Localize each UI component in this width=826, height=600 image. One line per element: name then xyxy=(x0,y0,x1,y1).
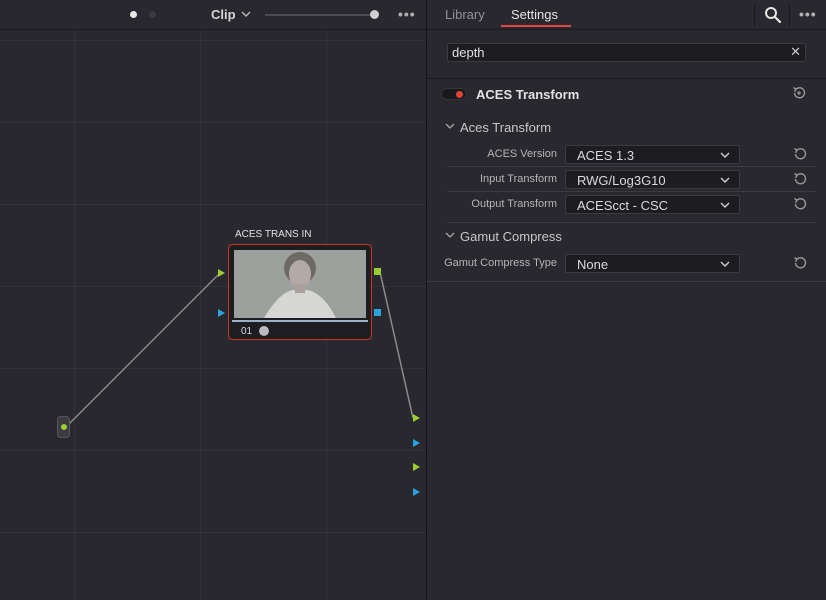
dropdown-value: ACES 1.3 xyxy=(577,148,635,163)
effect-title: ACES Transform xyxy=(476,87,580,102)
output-port-rgb-2 xyxy=(413,463,420,471)
param-gamut-compress-type: Gamut Compress Type None xyxy=(427,254,826,273)
chevron-down-icon xyxy=(720,202,730,208)
close-icon[interactable]: ✕ xyxy=(790,44,801,60)
tab-settings[interactable]: Settings xyxy=(511,7,558,22)
section-title: Aces Transform xyxy=(460,120,552,135)
node-input-port-alpha xyxy=(218,309,225,317)
input-transform-dropdown[interactable]: RWG/Log3G10 xyxy=(565,170,740,189)
chevron-down-icon[interactable] xyxy=(241,9,251,19)
chevron-down-icon xyxy=(720,152,730,158)
zoom-slider-thumb[interactable] xyxy=(370,10,379,19)
search-icon[interactable] xyxy=(764,6,782,24)
dropdown-value: RWG/Log3G10 xyxy=(577,173,666,188)
section-aces-transform[interactable]: Aces Transform xyxy=(445,120,645,136)
output-port-rgb xyxy=(413,414,420,422)
source-output-port[interactable] xyxy=(61,424,67,430)
reset-icon[interactable] xyxy=(792,146,808,162)
chevron-down-icon[interactable] xyxy=(445,230,455,240)
row-divider xyxy=(447,191,815,192)
divider xyxy=(427,78,826,79)
node-editor[interactable]: Clip ••• ACES TRANS IN 01 xyxy=(0,0,426,600)
search-field[interactable]: ✕ xyxy=(447,43,806,62)
node-toolbar: Clip ••• xyxy=(0,0,426,30)
node-label: ACES TRANS IN xyxy=(235,229,312,240)
reset-icon[interactable] xyxy=(791,85,807,101)
active-tab-indicator xyxy=(501,25,571,27)
chevron-down-icon xyxy=(720,261,730,267)
dropdown-value: ACEScct - CSC xyxy=(577,198,669,213)
panel-tabs: Library Settings ••• xyxy=(427,0,826,30)
toolbar-divider xyxy=(754,3,755,27)
param-label: Gamut Compress Type xyxy=(444,257,557,269)
chevron-down-icon[interactable] xyxy=(445,121,455,131)
param-label: Output Transform xyxy=(471,198,557,210)
row-divider xyxy=(447,166,815,167)
node-input-port-rgb xyxy=(218,269,225,277)
chevron-down-icon xyxy=(720,177,730,183)
effect-enable-toggle[interactable] xyxy=(441,88,467,100)
reset-icon[interactable] xyxy=(792,255,808,271)
node-progress-bar xyxy=(232,320,368,322)
node-output-port-rgb xyxy=(374,268,381,275)
settings-panel: Library Settings ••• ✕ ACES Transform Ac… xyxy=(427,0,826,600)
output-port-alpha-2 xyxy=(413,488,420,496)
param-label: Input Transform xyxy=(479,173,557,185)
row-divider xyxy=(447,222,815,223)
param-output-transform: Output Transform ACEScct - CSC xyxy=(427,195,826,214)
toolbar-divider xyxy=(789,3,790,27)
highlight-toggle-on[interactable] xyxy=(130,11,137,18)
reset-icon[interactable] xyxy=(792,196,808,212)
node-number: 01 xyxy=(241,326,253,337)
section-title: Gamut Compress xyxy=(460,229,562,244)
aces-version-dropdown[interactable]: ACES 1.3 xyxy=(565,145,740,164)
highlight-toggle-off[interactable] xyxy=(149,11,156,18)
more-options-icon[interactable]: ••• xyxy=(799,6,817,22)
connection-line xyxy=(65,272,221,428)
divider xyxy=(427,281,826,282)
fx-icon xyxy=(259,326,269,336)
reset-icon[interactable] xyxy=(792,171,808,187)
toggle-knob xyxy=(456,91,463,98)
node-thumbnail xyxy=(234,250,366,318)
tab-library[interactable]: Library xyxy=(445,7,485,22)
param-aces-version: ACES Version ACES 1.3 xyxy=(427,145,826,164)
search-input[interactable] xyxy=(448,44,782,61)
dropdown-value: None xyxy=(577,257,609,272)
output-transform-dropdown[interactable]: ACEScct - CSC xyxy=(565,195,740,214)
node-mode-selector[interactable]: Clip xyxy=(211,7,236,22)
zoom-slider-track[interactable] xyxy=(265,14,375,16)
output-port-alpha xyxy=(413,439,420,447)
node-aces-trans-in[interactable]: 01 xyxy=(228,244,372,340)
connection-line xyxy=(379,271,414,419)
node-output-port-alpha xyxy=(374,309,381,316)
param-label: ACES Version xyxy=(487,148,557,160)
param-input-transform: Input Transform RWG/Log3G10 xyxy=(427,170,826,189)
more-options-icon[interactable]: ••• xyxy=(398,6,416,22)
thumbnail-image xyxy=(234,250,366,318)
gamut-compress-type-dropdown[interactable]: None xyxy=(565,254,740,273)
section-gamut-compress[interactable]: Gamut Compress xyxy=(445,229,645,245)
source-input-node[interactable] xyxy=(57,416,70,438)
